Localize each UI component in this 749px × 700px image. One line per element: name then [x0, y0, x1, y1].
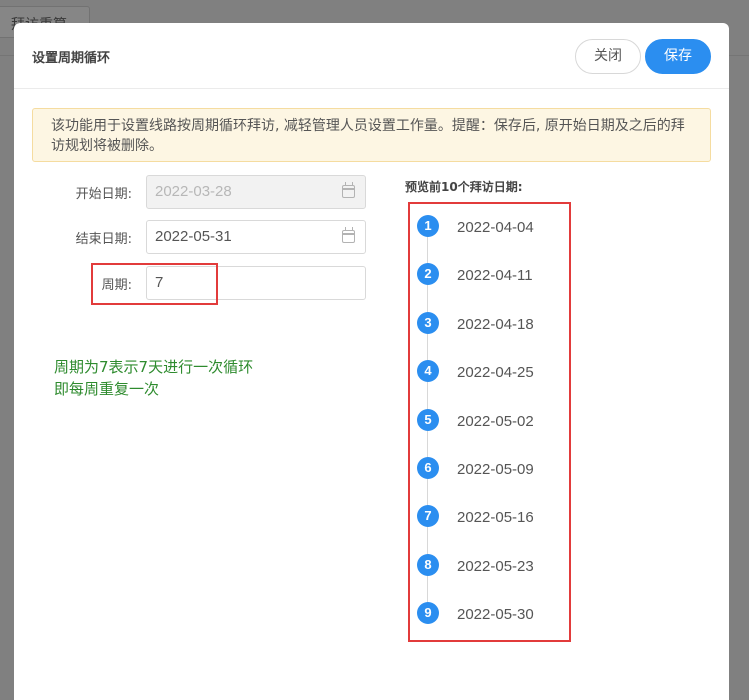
timeline-item: 1 2022-04-04 — [409, 215, 569, 245]
dialog-title: 设置周期循环 — [32, 51, 111, 66]
timeline-index-badge: 6 — [417, 457, 439, 479]
timeline-date: 2022-05-30 — [457, 606, 534, 624]
timeline-date: 2022-05-23 — [457, 557, 534, 575]
timeline-index-badge: 9 — [417, 602, 439, 625]
timeline-date: 2022-04-11 — [457, 267, 533, 285]
period-hint-line: 即每周重复一次 — [54, 380, 160, 398]
end-date-input[interactable]: 2022-05-31 — [146, 220, 366, 254]
calendar-icon — [342, 182, 355, 198]
timeline-index-badge: 1 — [417, 215, 439, 237]
timeline-item: 2 2022-04-11 — [409, 263, 569, 293]
preview-title: 预览前10个拜访日期: — [405, 180, 523, 194]
end-date-row: 结束日期: 2022-05-31 — [14, 220, 374, 254]
timeline-item: 7 2022-05-16 — [409, 505, 569, 535]
timeline-item: 6 2022-05-09 — [409, 457, 569, 487]
period-hint-line: 周期为7表示7天进行一次循环 — [54, 358, 254, 376]
timeline-date: 2022-05-02 — [457, 412, 534, 430]
timeline-date: 2022-05-16 — [457, 509, 534, 527]
timeline-index-badge: 7 — [417, 505, 439, 528]
timeline-item: 8 2022-05-23 — [409, 553, 569, 584]
end-date-value: 2022-05-31 — [155, 228, 232, 245]
start-date-value: 2022-03-28 — [155, 183, 232, 200]
timeline-index-badge: 3 — [417, 311, 439, 334]
dialog-header: 设置周期循环 关闭 保存 — [14, 23, 729, 89]
timeline-index-badge: 4 — [417, 360, 439, 383]
timeline-date: 2022-05-09 — [457, 461, 534, 478]
timeline-item: 5 2022-05-02 — [409, 408, 569, 439]
start-date-input[interactable]: 2022-03-28 — [146, 175, 366, 209]
end-date-label: 结束日期: — [75, 232, 132, 247]
timeline-index-badge: 2 — [417, 263, 439, 286]
calendar-icon — [342, 227, 355, 243]
timeline-item: 4 2022-04-25 — [409, 360, 569, 390]
timeline-index-badge: 8 — [417, 553, 439, 576]
period-hint: 周期为7表示7天进行一次循环 即每周重复一次 — [54, 356, 253, 400]
cycle-settings-dialog: 设置周期循环 关闭 保存 该功能用于设置线路按周期循环拜访, 减轻管理人员设置工… — [14, 23, 729, 700]
period-highlight-box — [91, 263, 218, 305]
timeline-item: 3 2022-04-18 — [409, 311, 569, 342]
start-date-row: 开始日期: 2022-03-28 — [14, 175, 374, 209]
timeline-index-badge: 5 — [417, 408, 439, 431]
timeline-date: 2022-04-18 — [457, 315, 534, 333]
warning-notice: 该功能用于设置线路按周期循环拜访, 减轻管理人员设置工作量。提醒：保存后, 原开… — [32, 108, 711, 162]
close-button[interactable]: 关闭 — [575, 39, 641, 74]
timeline-date: 2022-04-25 — [457, 364, 534, 382]
timeline-date: 2022-04-04 — [457, 219, 534, 236]
timeline-item: 9 2022-05-30 — [409, 602, 569, 632]
preview-timeline: 1 2022-04-04 2 2022-04-11 3 2022-04-18 4 2022-0… — [409, 203, 572, 641]
start-date-label: 开始日期: — [75, 187, 132, 202]
save-button[interactable]: 保存 — [645, 39, 711, 74]
